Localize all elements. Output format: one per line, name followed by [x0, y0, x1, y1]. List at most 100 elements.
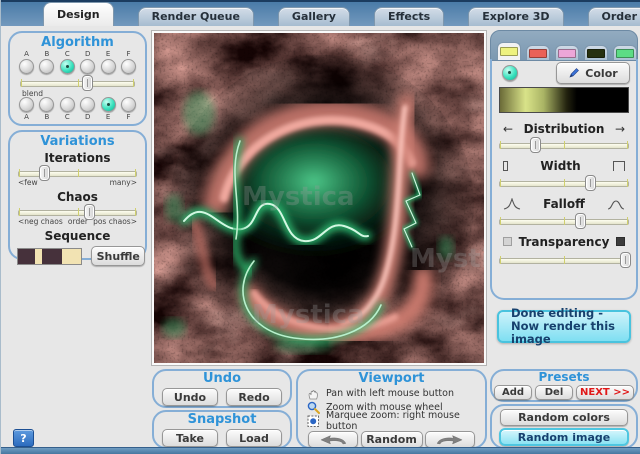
tab-design[interactable]: Design	[43, 2, 114, 26]
smooth-falloff-icon	[607, 198, 625, 210]
viewport-panel: Viewport Pan with left mouse button Zoom…	[296, 369, 487, 449]
gradient-preview[interactable]	[499, 87, 629, 113]
variations-title: Variations	[10, 134, 145, 149]
color-swatch-tab-4[interactable]	[584, 45, 608, 60]
algorithm-radio-B[interactable]	[39, 97, 54, 112]
distribution-slider-thumb[interactable]	[530, 137, 541, 153]
blend-slider[interactable]	[20, 75, 135, 91]
chaos-slider[interactable]	[18, 204, 137, 220]
presets-title: Presets	[492, 371, 636, 384]
help-button[interactable]: ?	[13, 429, 34, 447]
chaos-slider-thumb[interactable]	[84, 204, 95, 220]
algorithm-radio-C[interactable]	[60, 59, 75, 74]
random-image-button[interactable]: Random image	[499, 428, 629, 446]
redo-button[interactable]: Redo	[226, 388, 282, 406]
algorithm-radio-B[interactable]	[39, 59, 54, 74]
algorithm-letter-label: D	[85, 113, 90, 121]
preset-del-button[interactable]: Del	[535, 385, 573, 400]
algorithm-letter-label: B	[44, 113, 49, 121]
undo-button[interactable]: Undo	[162, 388, 218, 406]
tab-gallery[interactable]: Gallery	[278, 7, 350, 26]
color-mode-radio[interactable]	[502, 65, 518, 81]
sequence-segment	[62, 249, 81, 264]
algorithm-radio-A[interactable]	[19, 97, 34, 112]
slider-tick	[564, 179, 565, 187]
viewport-title: Viewport	[298, 371, 485, 386]
algorithm-radio-A[interactable]	[19, 59, 34, 74]
swatch-color	[587, 49, 605, 58]
random-viewport-button[interactable]: Random	[361, 431, 423, 448]
forward-arrow-icon	[433, 433, 467, 447]
preset-next-button[interactable]: NEXT >>	[576, 385, 634, 400]
iterations-label: Iterations	[10, 151, 145, 165]
sequence-bar[interactable]	[17, 248, 82, 265]
snapshot-title: Snapshot	[154, 412, 290, 427]
swatch-color	[500, 47, 518, 56]
falloff-slider[interactable]	[499, 213, 629, 229]
tab-effects[interactable]: Effects	[374, 7, 444, 26]
watermark-text: Mystica	[252, 300, 365, 330]
fractal-canvas[interactable]: Mystica Mystica Mystica	[152, 31, 486, 365]
color-button[interactable]: Color	[556, 62, 630, 84]
take-snapshot-button[interactable]: Take	[162, 429, 218, 447]
color-swatch-tab-1[interactable]	[497, 42, 521, 60]
blend-slider-thumb[interactable]	[82, 75, 93, 91]
slider-tick	[627, 217, 628, 225]
falloff-slider-thumb[interactable]	[575, 213, 586, 229]
slider-tick	[78, 208, 79, 216]
algorithm-radio-F[interactable]	[121, 59, 136, 74]
tab-render-queue[interactable]: Render Queue	[138, 7, 254, 26]
swatch-color	[616, 49, 634, 58]
algorithm-letter-label: F	[126, 113, 130, 121]
slider-tick	[627, 141, 628, 149]
iterations-slider[interactable]	[18, 165, 137, 181]
load-snapshot-button[interactable]: Load	[226, 429, 282, 447]
random-colors-button[interactable]: Random colors	[500, 409, 628, 426]
iterations-slider-thumb[interactable]	[39, 165, 50, 181]
color-swatch-tab-2[interactable]	[526, 45, 550, 60]
algorithm-letter-label: B	[44, 50, 49, 58]
watermark-text: Mystica	[242, 182, 355, 212]
color-button-label: Color	[585, 67, 617, 80]
snapshot-panel: Snapshot Take Load	[152, 410, 292, 449]
marquee-hint-text: Marquee zoom: right mouse button	[326, 410, 485, 432]
history-back-button[interactable]	[308, 431, 358, 448]
tab-bar: Design Render Queue Gallery Effects Expl…	[1, 0, 640, 26]
slider-tick	[500, 217, 501, 225]
algorithm-letter-label: D	[85, 50, 90, 58]
tab-explore-3d[interactable]: Explore 3D	[468, 7, 563, 26]
algorithm-radio-D[interactable]	[80, 97, 95, 112]
width-slider[interactable]	[499, 175, 629, 191]
shuffle-button[interactable]: Shuffle	[91, 246, 145, 266]
slider-tick	[135, 169, 136, 177]
opaque-icon	[616, 237, 625, 246]
slider-tick	[564, 217, 565, 225]
tab-order-info[interactable]: Order Info	[588, 7, 640, 26]
algorithm-radio-E[interactable]	[101, 59, 116, 74]
preset-add-button[interactable]: Add	[494, 385, 532, 400]
algorithm-radio-C[interactable]	[60, 97, 75, 112]
width-slider-thumb[interactable]	[585, 175, 596, 191]
window-bottom-edge	[1, 447, 640, 454]
width-label: Width	[508, 159, 613, 173]
algorithm-radio-D[interactable]	[80, 59, 95, 74]
history-forward-button[interactable]	[425, 431, 475, 448]
distribution-left-arrow[interactable]: ←	[503, 123, 513, 135]
color-swatch-tab-5[interactable]	[613, 45, 637, 60]
distribution-label: Distribution	[513, 122, 615, 136]
algorithm-radio-E[interactable]	[101, 97, 116, 112]
distribution-slider[interactable]	[499, 137, 629, 153]
done-editing-button[interactable]: Done editing - Now render this image	[497, 310, 631, 343]
zoom-magnifier-icon	[307, 401, 320, 414]
color-swatch-tab-3[interactable]	[555, 45, 579, 60]
watermark-text: Mystica	[410, 244, 484, 274]
algorithm-radio-F[interactable]	[121, 97, 136, 112]
fractal-image: Mystica Mystica Mystica	[154, 33, 484, 363]
transparency-slider[interactable]	[499, 252, 629, 268]
transparency-slider-thumb[interactable]	[620, 252, 631, 268]
done-editing-line2: Now render this image	[511, 320, 629, 346]
distribution-right-arrow[interactable]: →	[615, 123, 625, 135]
slider-tick	[564, 141, 565, 149]
variations-panel: Variations Iterations <few many> Chaos <…	[8, 130, 147, 260]
algorithm-letter-label: C	[65, 50, 70, 58]
